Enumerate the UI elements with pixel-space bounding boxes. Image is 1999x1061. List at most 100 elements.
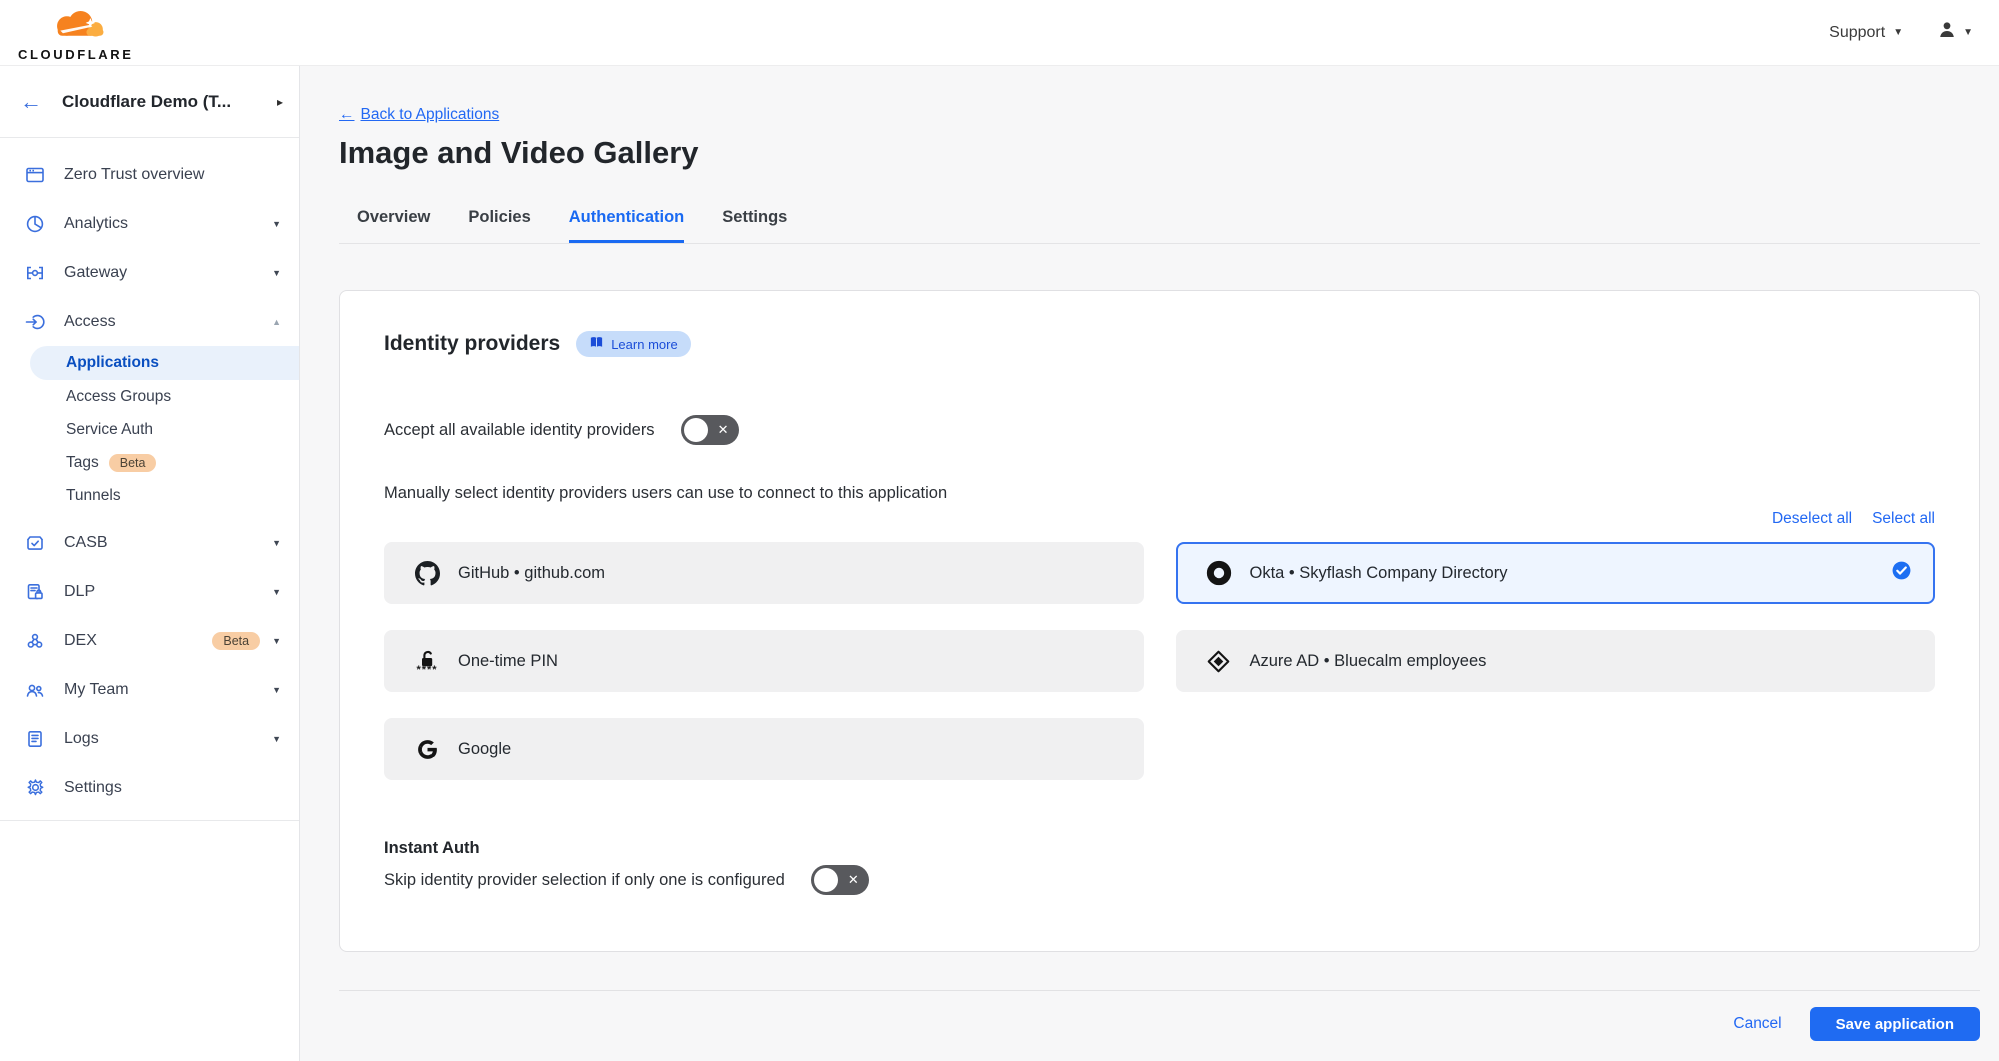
beta-badge: Beta [212,632,260,650]
sidebar-item-tunnels[interactable]: Tunnels [0,479,299,512]
chevron-down-icon: ▼ [1893,27,1903,38]
chevron-down-icon: ▼ [272,268,281,278]
toggle-knob [684,418,708,442]
sidebar-item-settings[interactable]: Settings [0,763,299,812]
chevron-down-icon: ▼ [272,219,281,229]
logs-doc-icon [24,728,46,750]
sidebar-item-dlp[interactable]: DLP ▼ [0,567,299,616]
tab-authentication[interactable]: Authentication [569,208,685,243]
toggle-x-icon: ✕ [848,872,859,888]
chevron-down-icon: ▼ [272,587,281,597]
learn-more-badge[interactable]: Learn more [576,331,690,357]
sidebar-divider [0,820,299,821]
provider-grid: GitHub • github.com Okta • Skyflash Comp… [384,542,1935,780]
learn-more-label: Learn more [611,337,677,352]
instant-auth-toggle[interactable]: ✕ [811,865,869,895]
chevron-down-icon: ▼ [1963,27,1973,38]
main-content: ← Back to Applications Image and Video G… [300,66,1999,1061]
sidebar-item-label: DEX [64,632,202,650]
github-icon [412,561,442,586]
sidebar-item-casb[interactable]: CASB ▼ [0,518,299,567]
toggle-knob [814,868,838,892]
chevron-down-icon: ▼ [272,636,281,646]
sidebar-item-label: Settings [64,779,281,797]
provider-name: Google [458,740,1120,759]
dlp-doc-lock-icon [24,581,46,603]
otp-stars: **** [416,668,437,673]
book-icon [589,335,604,353]
save-application-button[interactable]: Save application [1810,1007,1980,1041]
provider-name: Azure AD • Bluecalm employees [1250,652,1912,671]
tab-policies[interactable]: Policies [468,208,530,243]
sidebar-item-applications[interactable]: Applications [30,346,299,380]
support-menu[interactable]: Support ▼ [1829,24,1903,42]
chevron-down-icon: ▼ [272,734,281,744]
sidebar-item-dex[interactable]: DEX Beta ▼ [0,616,299,665]
otp-lock-icon: **** [412,649,442,673]
cloudflare-cloud-icon [33,9,119,47]
access-login-icon [24,311,46,333]
sidebar-item-tags[interactable]: Tags Beta [0,446,299,479]
account-name[interactable]: Cloudflare Demo (T... [62,92,277,112]
sidebar-item-label: Applications [66,354,159,372]
back-arrow-icon[interactable]: ← [20,91,42,113]
sidebar-item-label: Analytics [64,215,272,233]
sidebar-item-label: Zero Trust overview [64,166,281,184]
select-all-link[interactable]: Select all [1872,510,1935,528]
provider-card-github[interactable]: GitHub • github.com [384,542,1144,604]
azure-ad-icon [1204,649,1234,674]
chevron-down-icon: ▼ [272,685,281,695]
provider-name: GitHub • github.com [458,564,1120,583]
sidebar-item-zero-trust-overview[interactable]: Zero Trust overview [0,150,299,199]
support-label: Support [1829,24,1885,42]
dex-network-icon [24,630,46,652]
accept-all-toggle[interactable]: ✕ [681,415,739,445]
sidebar-item-access-groups[interactable]: Access Groups [0,380,299,413]
brand-wordmark: CLOUDFLARE [18,48,134,61]
sidebar-item-logs[interactable]: Logs ▼ [0,714,299,763]
user-menu[interactable]: ▼ [1937,20,1973,45]
analytics-pie-icon [24,213,46,235]
gateway-icon [24,262,46,284]
sidebar-item-my-team[interactable]: My Team ▼ [0,665,299,714]
page-title: Image and Video Gallery [339,132,1980,174]
tab-settings[interactable]: Settings [722,208,787,243]
tab-overview[interactable]: Overview [357,208,430,243]
casb-check-icon [24,532,46,554]
sidebar-item-access[interactable]: Access ▲ [0,297,299,346]
back-to-applications-link[interactable]: ← Back to Applications [339,106,499,124]
chevron-up-icon: ▲ [272,317,281,327]
chevron-right-icon[interactable]: ▸ [277,95,283,109]
card-title: Identity providers [384,332,560,356]
provider-card-one-time-pin[interactable]: **** One-time PIN [384,630,1144,692]
provider-card-google[interactable]: Google [384,718,1144,780]
deselect-all-link[interactable]: Deselect all [1772,510,1852,528]
google-icon [412,737,442,762]
cancel-button[interactable]: Cancel [1733,1015,1781,1033]
cloudflare-logo[interactable]: CLOUDFLARE [18,5,134,61]
sidebar-item-gateway[interactable]: Gateway ▼ [0,248,299,297]
overview-window-icon [24,164,46,186]
beta-badge: Beta [109,454,157,472]
sidebar-item-service-auth[interactable]: Service Auth [0,413,299,446]
provider-name: One-time PIN [458,652,1120,671]
selected-check-icon [1892,561,1911,585]
identity-providers-card: Identity providers Learn more Accept all… [339,290,1980,952]
sidebar-item-label: Access [64,313,272,331]
sidebar-item-label: Tunnels [66,487,121,505]
provider-card-azure-ad[interactable]: Azure AD • Bluecalm employees [1176,630,1936,692]
instant-auth-heading: Instant Auth [384,839,1935,858]
sidebar-item-label: DLP [64,583,272,601]
tab-bar: Overview Policies Authentication Setting… [339,208,1980,244]
provider-card-okta[interactable]: Okta • Skyflash Company Directory [1176,542,1936,604]
chevron-down-icon: ▼ [272,538,281,548]
sidebar-item-label: Tags [66,454,99,472]
sidebar-item-analytics[interactable]: Analytics ▼ [0,199,299,248]
manual-select-label: Manually select identity providers users… [384,484,1935,503]
back-arrow-icon: ← [339,106,355,124]
sidebar-item-label: Gateway [64,264,272,282]
sidebar-item-label: Logs [64,730,272,748]
provider-name: Okta • Skyflash Company Directory [1250,564,1893,583]
footer-divider [339,990,1980,991]
sidebar-item-label: My Team [64,681,272,699]
